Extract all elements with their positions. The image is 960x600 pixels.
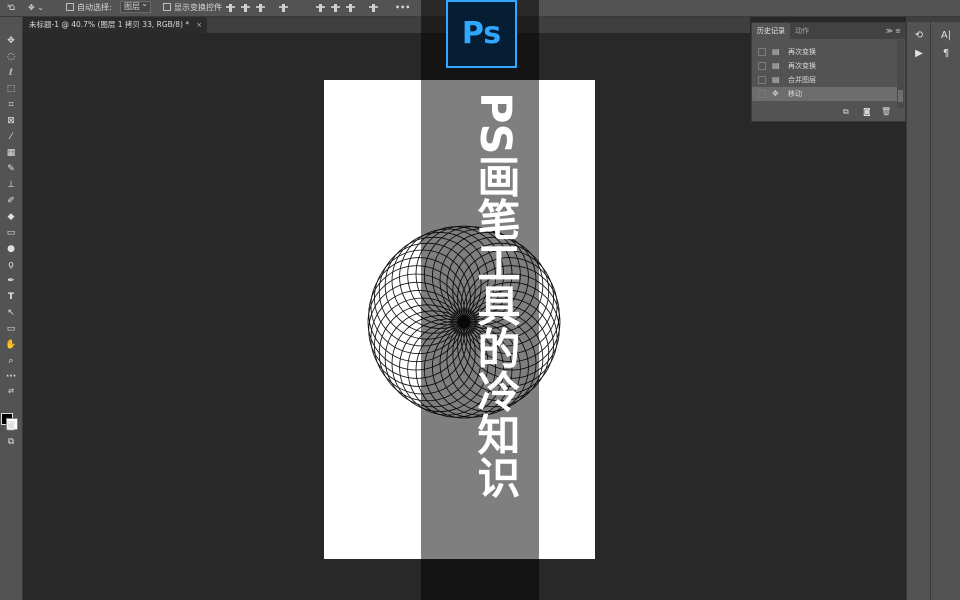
more-tools-icon[interactable]: ···: [4, 371, 18, 384]
blur-icon[interactable]: ●: [4, 243, 18, 256]
panel-dock-column: A| ¶: [930, 22, 960, 600]
document-tab-title: 未标题-1 @ 40.7% (图层 1 拷贝 33, RGB/8) *: [29, 20, 190, 29]
move-icon[interactable]: ✥: [4, 35, 18, 48]
trash-icon[interactable]: 🗑: [881, 107, 891, 116]
zoom-icon[interactable]: ⌕: [4, 355, 18, 368]
pen-icon[interactable]: ✒: [4, 275, 18, 288]
frame-icon[interactable]: ⊠: [4, 115, 18, 128]
history-panel-footer: ⧉ ◙ 🗑: [752, 105, 905, 121]
hand-icon[interactable]: ✋: [4, 339, 18, 352]
distribute-middle-icon[interactable]: [331, 4, 340, 12]
panel-dock-column: ⟲ ▶: [906, 22, 930, 600]
align-top-icon[interactable]: [279, 4, 288, 12]
more-options-button[interactable]: •••: [395, 0, 410, 16]
history-item-label: 合并图层: [788, 76, 816, 84]
history-step-icon: ▤: [772, 61, 780, 70]
character-panel-icon[interactable]: A|: [938, 30, 954, 42]
align-left-icon[interactable]: [226, 4, 235, 12]
photoshop-logo-text: Ps: [461, 16, 502, 51]
tab-actions[interactable]: 动作: [790, 23, 814, 39]
history-scrollbar[interactable]: [897, 40, 904, 108]
screen-mode-icon[interactable]: ⧉: [4, 436, 18, 449]
history-brush-icon[interactable]: ✐: [4, 195, 18, 208]
panel-menu-icon[interactable]: ≫ ≡: [886, 23, 901, 39]
eyedropper-icon[interactable]: ⁄: [4, 131, 18, 144]
align-right-icon[interactable]: [256, 4, 265, 12]
distribute-top-icon[interactable]: [316, 4, 325, 12]
dodge-icon[interactable]: ϙ: [4, 259, 18, 272]
history-panel-icon[interactable]: ⟲: [911, 30, 927, 42]
history-step-icon: ▤: [772, 75, 780, 84]
history-item-selected[interactable]: ✥ 移动: [752, 87, 898, 101]
show-transform-label: 显示变换控件: [174, 3, 222, 12]
tab-history[interactable]: 历史记录: [752, 23, 790, 39]
history-item-checkbox[interactable]: [758, 76, 766, 84]
path-select-icon[interactable]: ↖: [4, 307, 18, 320]
distribute-left-icon[interactable]: [369, 4, 378, 12]
toolbar: » ✥ ◌ ℓ ⬚ ⌗ ⊠ ⁄ ▦ ✎ ⊥ ✐ ◆ ▭ ● ϙ ✒ T ↖ ▭ …: [0, 2, 23, 600]
history-item[interactable]: ▤ 合并图层: [752, 73, 898, 87]
history-item-label: 移动: [788, 90, 802, 98]
history-item-checkbox[interactable]: [758, 48, 766, 56]
quick-mask-icon[interactable]: ◙: [4, 420, 18, 433]
close-icon[interactable]: ×: [196, 17, 202, 33]
lasso-icon[interactable]: ℓ: [4, 67, 18, 80]
eraser-icon[interactable]: ◆: [4, 211, 18, 224]
move-tool-preset-icon[interactable]: ✥ ⌄: [28, 0, 44, 16]
auto-select-dropdown[interactable]: 图层: [120, 0, 151, 16]
video-title: PS画笔工具的冷知识: [470, 92, 520, 499]
history-step-icon: ▤: [772, 47, 780, 56]
paragraph-panel-icon[interactable]: ¶: [938, 48, 954, 60]
history-panel: 历史记录 动作 ≫ ≡ ▤ 再次变换 ▤ 再次变换 ▤ 合并图层 ✥ 移动 ⧉ …: [751, 22, 906, 122]
history-item-checkbox[interactable]: [758, 90, 766, 98]
history-item-label: 再次变换: [788, 48, 816, 56]
align-center-icon[interactable]: [241, 4, 250, 12]
stamp-icon[interactable]: ⊥: [4, 179, 18, 192]
camera-icon[interactable]: ◙: [863, 107, 871, 116]
move-icon: ✥: [772, 89, 779, 98]
type-icon[interactable]: T: [4, 291, 18, 304]
swap-colors-icon[interactable]: ⇄: [4, 385, 18, 398]
gradient-icon[interactable]: ▭: [4, 227, 18, 240]
show-transform-checkbox[interactable]: 显示变换控件: [163, 0, 222, 16]
quick-select-icon[interactable]: ⬚: [4, 83, 18, 96]
history-item[interactable]: ▤ 再次变换: [752, 45, 898, 59]
auto-select-label: 自动选择:: [77, 3, 112, 12]
crop-icon[interactable]: ⌗: [4, 99, 18, 112]
document-tab[interactable]: 未标题-1 @ 40.7% (图层 1 拷贝 33, RGB/8) * ×: [23, 17, 208, 33]
marquee-icon[interactable]: ◌: [4, 51, 18, 64]
history-panel-tabs: 历史记录 动作 ≫ ≡: [752, 23, 905, 39]
distribute-bottom-icon[interactable]: [346, 4, 355, 12]
healing-icon[interactable]: ▦: [4, 147, 18, 160]
rectangle-icon[interactable]: ▭: [4, 323, 18, 336]
document-tab-bar: 未标题-1 @ 40.7% (图层 1 拷贝 33, RGB/8) * ×: [23, 17, 750, 33]
expand-toolbar-icon[interactable]: »: [2, 0, 16, 13]
auto-select-checkbox[interactable]: 自动选择:: [66, 0, 112, 16]
actions-panel-icon[interactable]: ▶: [911, 48, 927, 60]
history-item[interactable]: ▤ 再次变换: [752, 59, 898, 73]
history-item-label: 再次变换: [788, 62, 816, 70]
brush-icon[interactable]: ✎: [4, 163, 18, 176]
history-item-checkbox[interactable]: [758, 62, 766, 70]
new-document-from-state-icon[interactable]: ⧉: [843, 107, 849, 117]
photoshop-logo: Ps: [446, 0, 517, 68]
